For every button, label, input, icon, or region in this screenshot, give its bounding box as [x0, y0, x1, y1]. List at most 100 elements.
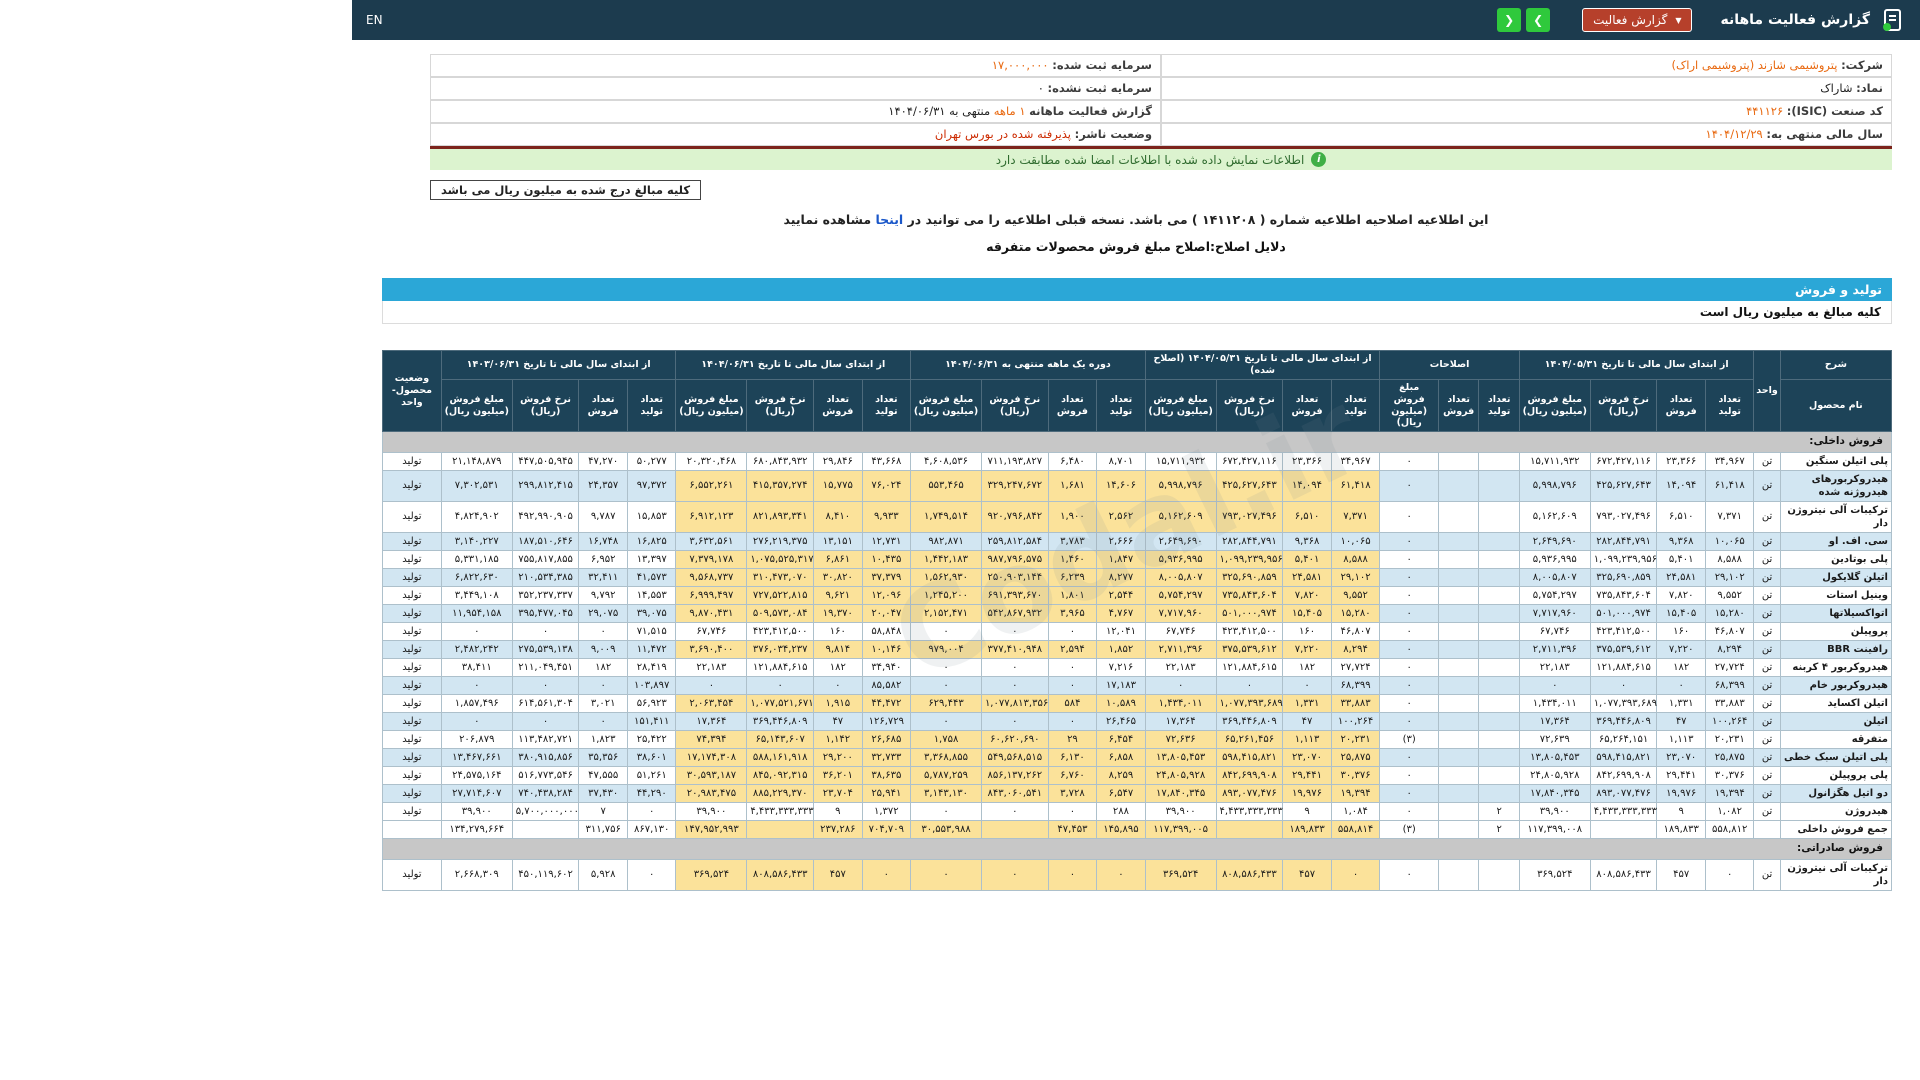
value-cell: ۵۵۸,۸۱۴ — [1331, 820, 1380, 838]
value-cell: ۳۲,۴۱۱ — [579, 568, 628, 586]
column-header: تعداد فروش — [814, 379, 863, 432]
value-cell: ۱,۷۵۸ — [911, 730, 982, 748]
value-cell: ۷۱۱,۱۹۳,۸۲۷ — [981, 452, 1048, 470]
value-cell: ۶۲۹,۴۴۳ — [911, 694, 982, 712]
unit-cell: تن — [1754, 748, 1780, 766]
value-cell: ۶,۵۱۰ — [1657, 501, 1706, 532]
value-cell: ۶۷,۷۴۶ — [1145, 622, 1216, 640]
value-cell: ۱,۸۲۳ — [579, 730, 628, 748]
value-cell: ۰ — [862, 859, 911, 890]
value-cell: ۱۵,۴۰۵ — [1657, 604, 1706, 622]
value-cell: ۳,۱۴۳,۱۳۰ — [911, 784, 982, 802]
column-header: تعداد تولید — [1097, 379, 1146, 432]
status-cell: تولید — [383, 640, 442, 658]
value-cell: ۶,۲۳۹ — [1048, 568, 1097, 586]
value-cell: ۹ — [1283, 802, 1332, 820]
value-cell: ۷۱,۵۱۵ — [627, 622, 676, 640]
language-toggle[interactable]: EN — [366, 13, 383, 27]
column-header: تعداد فروش — [1283, 379, 1332, 432]
section-row: فروش داخلی: — [383, 432, 1892, 453]
value-cell: ۲۵,۸۷۵ — [1705, 748, 1754, 766]
value-cell: ۱۸۲ — [814, 658, 863, 676]
value-cell: ۹۸۲,۸۷۱ — [911, 532, 982, 550]
value-cell: ۵۴۲,۸۶۷,۹۳۲ — [981, 604, 1048, 622]
value-cell: ۴۲۳,۴۱۲,۵۰۰ — [1216, 622, 1283, 640]
value-cell: ۲۷,۷۲۴ — [1705, 658, 1754, 676]
announcement-nav: ❯ ❮ — [1497, 8, 1550, 32]
value-cell: ۶۹۱,۳۹۳,۶۷۰ — [981, 586, 1048, 604]
report-type-select[interactable]: ▼ گزارش فعالیت — [1582, 8, 1692, 32]
value-cell: ۹,۷۸۷ — [579, 501, 628, 532]
status-cell — [383, 820, 442, 838]
info-icon: i — [1311, 152, 1326, 167]
value-cell: ۲ — [1479, 802, 1519, 820]
value-cell: ۳۷۶,۰۳۴,۲۳۷ — [747, 640, 814, 658]
product-name-cell: جمع فروش داخلی — [1780, 820, 1891, 838]
value-cell: ۰ — [627, 802, 676, 820]
value-cell: ۲۳۷,۲۸۶ — [814, 820, 863, 838]
value-cell: ۳۹,۹۰۰ — [1145, 802, 1216, 820]
report-period-field: گزارش فعالیت ماهانه ۱ ماهه منتهی به ۱۴۰۴… — [430, 100, 1161, 123]
prev-announcement-button[interactable]: ❮ — [1497, 8, 1521, 32]
value-cell: ۰ — [911, 658, 982, 676]
amounts-note: کلیه مبالغ به میلیون ریال است — [382, 301, 1892, 324]
value-cell: ۹,۸۱۴ — [814, 640, 863, 658]
value-cell: ۱,۹۰۰ — [1048, 501, 1097, 532]
value-cell: ۴۵۷ — [814, 859, 863, 890]
value-cell — [1590, 820, 1657, 838]
value-cell: ۰ — [1380, 694, 1439, 712]
issuer-label: وضعیت ناشر: — [1075, 127, 1152, 141]
value-cell: ۴۷,۵۵۵ — [579, 766, 628, 784]
column-header: از ابتدای سال مالی تا تاریخ ۱۴۰۴/۰۶/۳۱ — [676, 351, 911, 380]
banner-text: اطلاعات نمایش داده شده با اطلاعات امضا ش… — [996, 153, 1305, 167]
value-cell: ۸۴۵,۰۹۲,۳۱۵ — [747, 766, 814, 784]
value-cell: ۰ — [579, 676, 628, 694]
value-cell: ۵,۹۹۸,۷۹۶ — [1145, 470, 1216, 501]
value-cell: ۱۷,۳۶۴ — [1519, 712, 1590, 730]
value-cell — [1479, 586, 1519, 604]
product-name-cell: پلی اتیلن سنگین — [1780, 452, 1891, 470]
status-cell: تولید — [383, 452, 442, 470]
value-cell: ۵,۱۶۲,۶۰۹ — [1145, 501, 1216, 532]
value-cell: ۹,۹۳۳ — [862, 501, 911, 532]
unit-cell: تن — [1754, 676, 1780, 694]
value-cell: ۳۲۹,۲۴۷,۶۷۲ — [981, 470, 1048, 501]
value-cell: ۴۴,۲۹۰ — [627, 784, 676, 802]
value-cell: ۰ — [512, 676, 579, 694]
value-cell: ۴۷ — [814, 712, 863, 730]
value-cell: ۱,۲۴۵,۲۰۰ — [911, 586, 982, 604]
value-cell: ۱,۳۳۱ — [1283, 694, 1332, 712]
column-header: مبلغ فروش (میلیون ریال) — [1380, 379, 1439, 432]
value-cell: ۱,۸۰۱ — [1048, 586, 1097, 604]
value-cell: ۰ — [911, 622, 982, 640]
value-cell: ۵۰۹,۵۷۳,۰۸۴ — [747, 604, 814, 622]
value-cell: ۱۲۱,۸۸۴,۶۱۵ — [747, 658, 814, 676]
value-cell — [1438, 470, 1478, 501]
value-cell: ۱۵,۴۰۵ — [1283, 604, 1332, 622]
value-cell: ۱,۴۶۰ — [1048, 550, 1097, 568]
symbol-value: شاراک — [1820, 81, 1852, 95]
amendment-notice: این اطلاعیه اصلاحیه اطلاعیه شماره ( ۱۴۱۱… — [352, 212, 1920, 227]
value-cell: ۹,۰۰۹ — [579, 640, 628, 658]
value-cell: ۹,۸۷۰,۴۳۱ — [676, 604, 747, 622]
value-cell — [1479, 694, 1519, 712]
next-announcement-button[interactable]: ❯ — [1526, 8, 1550, 32]
amendment-prefix: این اطلاعیه اصلاحیه اطلاعیه شماره ( ۱۴۱۱… — [908, 212, 1489, 227]
value-cell: ۲۴,۸۰۵,۹۲۸ — [1145, 766, 1216, 784]
value-cell: ۲۹,۰۷۵ — [579, 604, 628, 622]
value-cell — [1438, 568, 1478, 586]
section-label: فروش صادراتی: — [383, 838, 1892, 859]
previous-version-link[interactable]: اینجا — [875, 212, 903, 227]
value-cell: ۸۹۳,۰۷۷,۴۷۶ — [1216, 784, 1283, 802]
value-cell: ۰ — [1380, 622, 1439, 640]
value-cell: ۷۹۳,۰۲۷,۴۹۶ — [1590, 501, 1657, 532]
table-row: ترکیبات آلی نیتروژن دارتن۰۴۵۷۸۰۸,۵۸۶,۴۳۳… — [383, 859, 1892, 890]
value-cell: ۵۹۸,۴۱۵,۸۲۱ — [1216, 748, 1283, 766]
table-row: اتیلن گلایکولتن۲۹,۱۰۲۲۴,۵۸۱۳۲۵,۶۹۰,۸۵۹۸,… — [383, 568, 1892, 586]
value-cell: ۴,۶۰۸,۵۳۶ — [911, 452, 982, 470]
value-cell: ۱,۱۱۳ — [1283, 730, 1332, 748]
value-cell: ۲۳,۷۰۴ — [814, 784, 863, 802]
value-cell: (۳) — [1380, 730, 1439, 748]
table-row: رافینت BBRتن۸,۲۹۴۷,۲۲۰۳۷۵,۵۳۹,۶۱۲۲,۷۱۱,۳… — [383, 640, 1892, 658]
value-cell: (۳) — [1380, 820, 1439, 838]
